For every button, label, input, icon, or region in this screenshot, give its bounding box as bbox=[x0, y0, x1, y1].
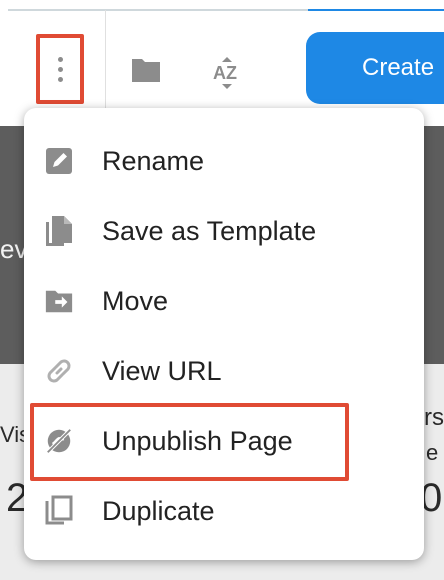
toolbar-top-border-accent bbox=[308, 9, 444, 11]
create-button[interactable]: Create bbox=[306, 32, 444, 104]
toolbar-divider bbox=[105, 10, 106, 108]
sort-az-icon[interactable]: AZ bbox=[210, 55, 244, 91]
background-text: e bbox=[426, 440, 439, 465]
sort-az-label: AZ bbox=[213, 63, 237, 83]
copy-file-icon bbox=[44, 216, 74, 246]
menu-item-rename[interactable]: Rename bbox=[24, 126, 424, 196]
folder-move-icon bbox=[44, 286, 74, 316]
background-text: rs bbox=[424, 404, 444, 431]
more-options-button[interactable] bbox=[36, 34, 84, 104]
link-icon bbox=[44, 356, 74, 386]
pencil-icon bbox=[44, 146, 74, 176]
menu-item-unpublish-page[interactable]: Unpublish Page bbox=[24, 406, 424, 476]
menu-item-duplicate[interactable]: Duplicate bbox=[24, 476, 424, 546]
context-menu: Rename Save as Template Move View URL Un… bbox=[24, 108, 424, 560]
more-vertical-icon-dot bbox=[57, 66, 63, 72]
menu-item-move[interactable]: Move bbox=[24, 266, 424, 336]
menu-item-label: Move bbox=[102, 285, 169, 316]
menu-item-label: Duplicate bbox=[102, 495, 215, 526]
menu-item-label: Rename bbox=[102, 145, 205, 176]
menu-item-view-url[interactable]: View URL bbox=[24, 336, 424, 406]
folder-icon[interactable] bbox=[130, 56, 162, 84]
toolbar: AZ Create bbox=[0, 0, 444, 108]
menu-item-label: Save as Template bbox=[102, 215, 317, 246]
more-vertical-icon bbox=[57, 56, 63, 62]
menu-item-label: View URL bbox=[102, 355, 222, 386]
menu-item-label: Unpublish Page bbox=[102, 425, 293, 456]
more-vertical-icon-dot bbox=[57, 76, 63, 82]
menu-item-save-as-template[interactable]: Save as Template bbox=[24, 196, 424, 266]
unpublish-icon bbox=[44, 426, 74, 456]
duplicate-icon bbox=[44, 495, 74, 526]
